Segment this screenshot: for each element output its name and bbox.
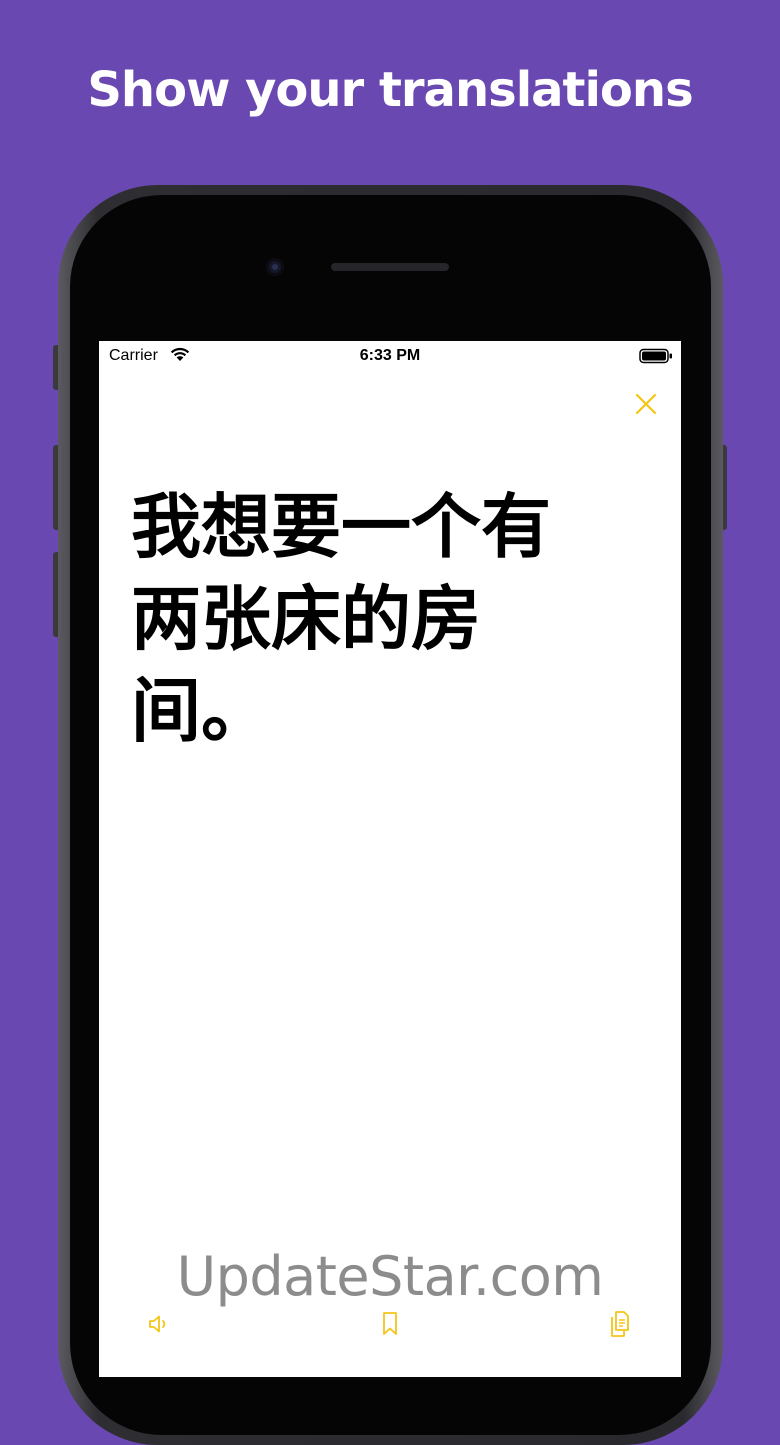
speak-button[interactable] (144, 1309, 174, 1339)
phone-earpiece (331, 263, 449, 271)
close-button[interactable] (633, 391, 659, 417)
copy-icon (611, 1311, 629, 1337)
status-time: 6:33 PM (359, 347, 421, 364)
close-icon (635, 393, 657, 415)
status-bar: Carrier 6:33 PM (99, 341, 681, 371)
copy-button[interactable] (606, 1309, 636, 1339)
app-screen: Carrier 6:33 PM 我想要一个有两张床的房间。 (99, 341, 681, 1377)
phone-camera (266, 258, 284, 276)
translation-text: 我想要一个有两张床的房间。 (131, 486, 551, 752)
battery-icon (639, 348, 673, 369)
watermark: UpdateStar.com (176, 1245, 604, 1308)
bookmark-icon (383, 1312, 397, 1335)
bookmark-button[interactable] (375, 1309, 405, 1339)
speaker-icon (149, 1315, 166, 1333)
promo-headline: Show your translations (87, 62, 693, 118)
